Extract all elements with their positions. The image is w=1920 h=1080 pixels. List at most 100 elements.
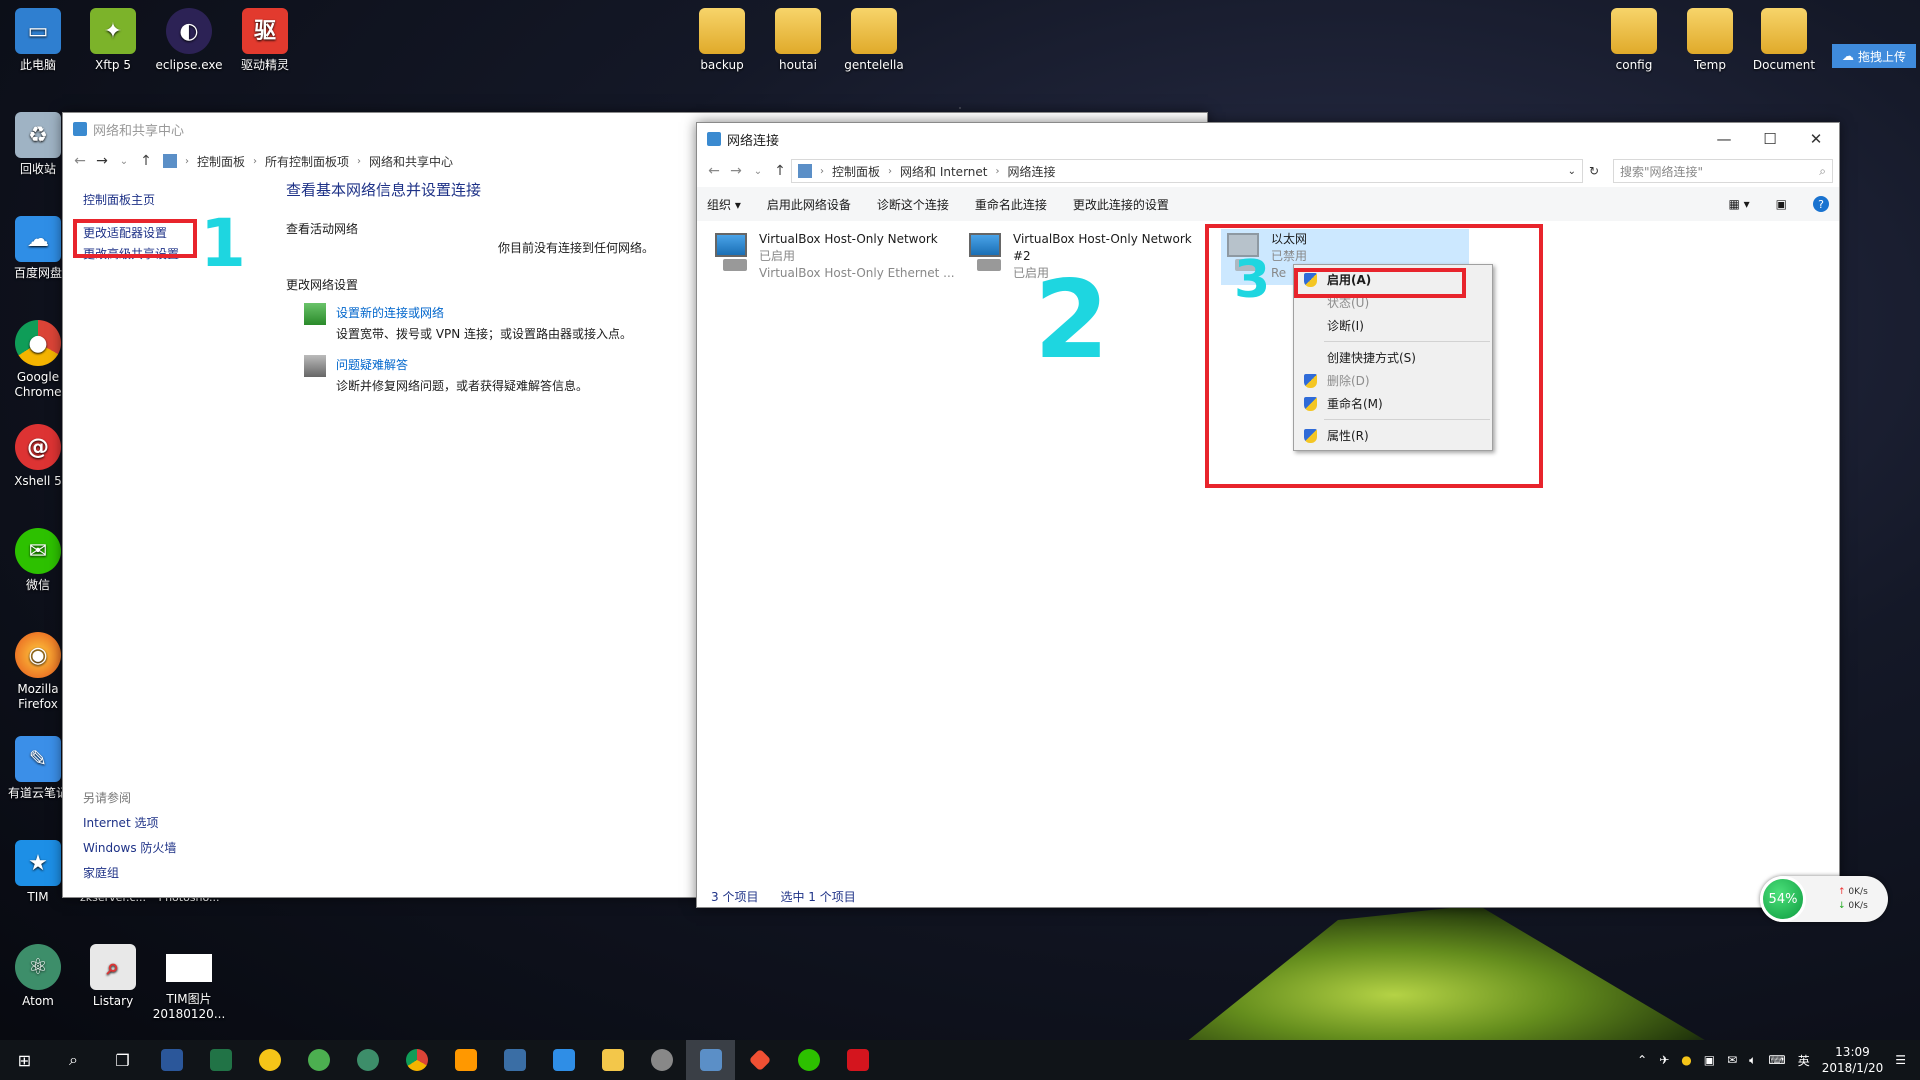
breadcrumb-item[interactable]: 所有控制面板项	[265, 153, 349, 170]
breadcrumb-item[interactable]: 控制面板	[832, 163, 880, 180]
search-input[interactable]: 搜索"网络连接" ⌕	[1613, 159, 1833, 183]
taskbar-baidu[interactable]	[539, 1040, 588, 1080]
network-connections-icon	[699, 1049, 722, 1071]
search-button[interactable]: ⌕	[49, 1040, 98, 1080]
taskbar-network-connections[interactable]	[686, 1040, 735, 1080]
forward-arrow-icon[interactable]: →	[725, 163, 747, 179]
keyboard-icon[interactable]: ⌨	[1768, 1053, 1785, 1067]
link-internet-options[interactable]: Internet 选项	[83, 811, 176, 836]
address-bar: ← → ⌄ ↑ › 控制面板 › 所有控制面板项 › 网络和共享中心	[63, 145, 703, 177]
desktop-icon-gentelella[interactable]: gentelella	[836, 8, 912, 73]
status-bar: 3 个项目 选中 1 个项目	[711, 890, 856, 904]
up-arrow-icon[interactable]: ↑	[135, 153, 157, 169]
desktop-icon-atom[interactable]: ⚛ Atom	[0, 944, 76, 1009]
enable-device-button[interactable]: 启用此网络设备	[767, 196, 851, 213]
clock[interactable]: 13:09 2018/1/20	[1822, 1044, 1884, 1076]
desktop-icon-document[interactable]: Document	[1746, 8, 1822, 73]
breadcrumb[interactable]: › 控制面板 › 所有控制面板项 › 网络和共享中心	[157, 149, 697, 173]
desktop-icon-driver[interactable]: 驱 驱动精灵	[227, 8, 303, 73]
minimize-button[interactable]: —	[1701, 123, 1747, 155]
task-troubleshoot[interactable]: 问题疑难解答 诊断并修复网络问题，或者获得疑难解答信息。	[304, 355, 654, 397]
troubleshoot-icon	[304, 355, 326, 377]
chevron-right-icon: ›	[357, 155, 362, 167]
taskbar-wechat[interactable]	[784, 1040, 833, 1080]
volume-icon[interactable]: 🔈︎	[1749, 1053, 1756, 1068]
command-bar: 组织 ▾ 启用此网络设备 诊断这个连接 重命名此连接 更改此连接的设置 ▦ ▾ …	[697, 187, 1839, 221]
desktop-icon-xftp[interactable]: ✦ Xftp 5	[75, 8, 151, 73]
diagnose-button[interactable]: 诊断这个连接	[877, 196, 949, 213]
taskbar-app-green[interactable]	[294, 1040, 343, 1080]
cloud-icon: ☁	[1841, 49, 1854, 63]
taskbar-explorer[interactable]	[588, 1040, 637, 1080]
breadcrumb[interactable]: › 控制面板 › 网络和 Internet › 网络连接 ⌄	[791, 159, 1583, 183]
desktop-icon-tim-image[interactable]: TIM图片20180120...	[151, 944, 227, 1022]
tray-wechat-icon[interactable]: ✉	[1727, 1053, 1737, 1067]
breadcrumb-item[interactable]: 网络和共享中心	[369, 153, 453, 170]
desktop-icon-temp[interactable]: Temp	[1672, 8, 1748, 73]
taskbar-sublime[interactable]	[441, 1040, 490, 1080]
title-bar[interactable]: 网络连接 — ☐ ✕	[697, 123, 1839, 155]
start-button[interactable]: ⊞	[0, 1040, 49, 1080]
see-also-title: 另请参阅	[83, 791, 132, 805]
sublime-icon	[454, 1049, 477, 1071]
network-center-icon	[73, 122, 87, 136]
desktop-icon-listary[interactable]: ⌕ Listary	[75, 944, 151, 1009]
forward-arrow-icon[interactable]: →	[91, 153, 113, 169]
task-view-button[interactable]: ❐	[98, 1040, 147, 1080]
taskbar-word[interactable]	[147, 1040, 196, 1080]
view-options-icon[interactable]: ▦ ▾	[1728, 197, 1749, 211]
breadcrumb-item[interactable]: 控制面板	[197, 153, 245, 170]
desktop-icon-eclipse[interactable]: ◐ eclipse.exe	[151, 8, 227, 73]
desktop-icon-config[interactable]: config	[1596, 8, 1672, 73]
annotation-step-2: 2	[1034, 258, 1110, 383]
help-icon[interactable]: ?	[1813, 196, 1829, 212]
taskbar-excel[interactable]	[196, 1040, 245, 1080]
drag-upload-button[interactable]: ☁ 拖拽上传	[1832, 44, 1916, 68]
close-button[interactable]: ✕	[1793, 123, 1839, 155]
tray-app-icon[interactable]: ▣	[1704, 1053, 1715, 1067]
change-settings-button[interactable]: 更改此连接的设置	[1073, 196, 1169, 213]
notification-icon[interactable]: ☰	[1895, 1053, 1906, 1067]
link-homegroup[interactable]: 家庭组	[83, 861, 176, 886]
preview-pane-icon[interactable]: ▣	[1776, 197, 1787, 211]
back-arrow-icon[interactable]: ←	[703, 163, 725, 179]
tray-app-icon[interactable]: ●	[1681, 1053, 1691, 1067]
maximize-button[interactable]: ☐	[1747, 123, 1793, 155]
chevron-down-icon[interactable]: ⌄	[1568, 166, 1576, 177]
up-arrow-icon[interactable]: ↑	[769, 163, 791, 179]
back-arrow-icon[interactable]: ←	[69, 153, 91, 169]
ime-icon[interactable]: 英	[1798, 1052, 1810, 1069]
adapter-virtualbox-1[interactable]: VirtualBox Host-Only Network 已启用 Virtual…	[713, 231, 955, 282]
taskbar-save-app[interactable]	[490, 1040, 539, 1080]
tray-app-icon[interactable]: ✈	[1659, 1053, 1669, 1067]
annotation-box-adapter-settings	[73, 219, 197, 258]
desktop-icon-backup[interactable]: backup	[684, 8, 760, 73]
taskbar-git[interactable]	[735, 1040, 784, 1080]
page-title: 查看基本网络信息并设置连接	[286, 181, 482, 199]
chevron-down-icon[interactable]: ⌄	[113, 156, 135, 167]
breadcrumb-item[interactable]: 网络和 Internet	[900, 163, 987, 180]
xftp-icon: ✦	[90, 8, 136, 54]
taskbar-app-gray[interactable]	[637, 1040, 686, 1080]
task-new-connection[interactable]: 设置新的连接或网络 设置宽带、拨号或 VPN 连接；或设置路由器或接入点。	[304, 303, 654, 345]
see-also: 另请参阅 Internet 选项 Windows 防火墙 家庭组	[83, 786, 176, 886]
rename-button[interactable]: 重命名此连接	[975, 196, 1047, 213]
chevron-down-icon[interactable]: ⌄	[747, 166, 769, 177]
desktop-icon-houtai[interactable]: houtai	[760, 8, 836, 73]
taskbar-app-yellow[interactable]	[245, 1040, 294, 1080]
folder-icon	[1611, 8, 1657, 54]
acrobat-icon	[846, 1049, 869, 1071]
taskbar-chrome[interactable]	[392, 1040, 441, 1080]
refresh-icon[interactable]: ↻	[1583, 164, 1605, 178]
link-firewall[interactable]: Windows 防火墙	[83, 836, 176, 861]
network-speed-widget[interactable]: 54% ↑ 0K/s ↓ 0K/s	[1760, 876, 1888, 922]
organize-menu[interactable]: 组织 ▾	[707, 196, 741, 213]
desktop-icon-this-pc[interactable]: ▭ 此电脑	[0, 8, 76, 73]
breadcrumb-item[interactable]: 网络连接	[1007, 163, 1055, 180]
upload-arrow-icon: ↑	[1838, 887, 1849, 897]
word-icon	[160, 1049, 183, 1071]
taskbar-atom[interactable]	[343, 1040, 392, 1080]
taskbar-acrobat[interactable]	[833, 1040, 882, 1080]
no-network-text: 你目前没有连接到任何网络。	[498, 241, 655, 255]
chevron-up-icon[interactable]: ⌃	[1637, 1053, 1647, 1067]
